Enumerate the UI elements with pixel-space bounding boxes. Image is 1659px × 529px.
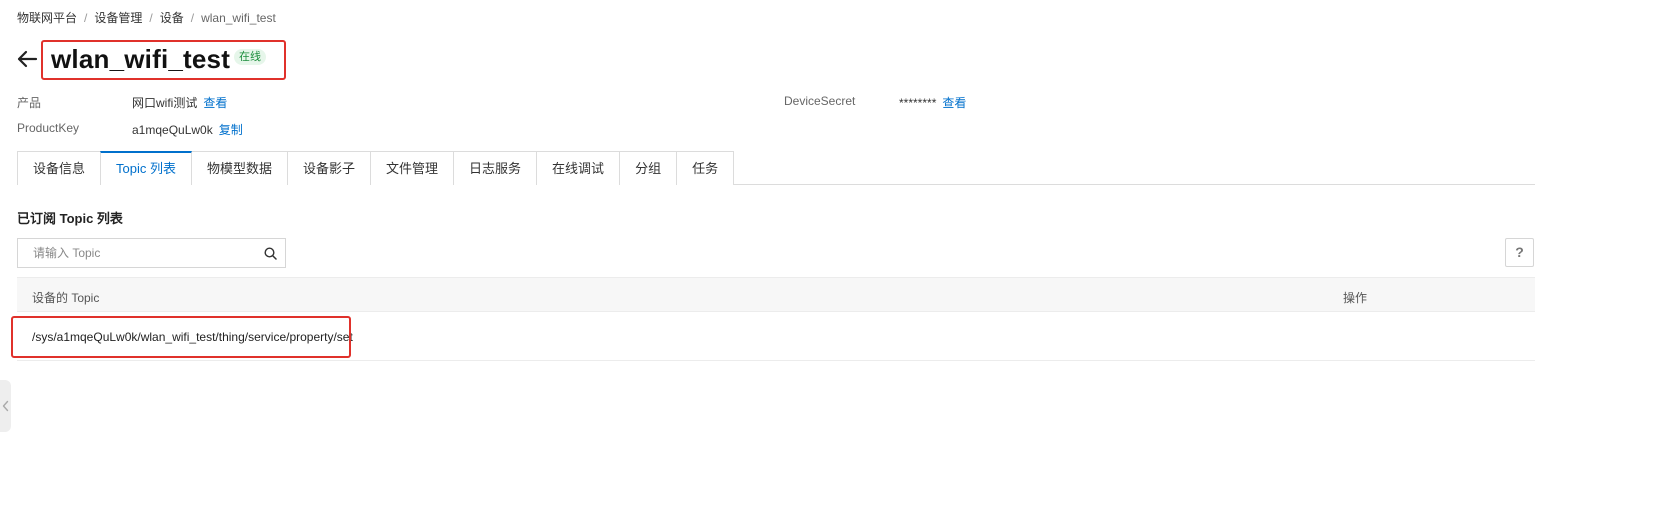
tab-device-info[interactable]: 设备信息: [17, 151, 102, 185]
page: 物联网平台 / 设备管理 / 设备 / wlan_wifi_test wlan_…: [0, 0, 1659, 529]
page-title: wlan_wifi_test: [51, 44, 231, 74]
tab-topic-list[interactable]: Topic 列表: [100, 151, 192, 186]
column-header-topic: 设备的 Topic: [32, 291, 100, 305]
section-title: 已订阅 Topic 列表: [17, 211, 123, 226]
breadcrumb-item-platform[interactable]: 物联网平台: [17, 9, 77, 26]
breadcrumb-item-device[interactable]: 设备: [160, 9, 184, 26]
topic-search-input[interactable]: [18, 239, 256, 267]
chevron-left-icon: [2, 400, 9, 412]
product-label: 产品: [17, 96, 42, 110]
productkey-value: a1mqeQuLw0k: [132, 123, 213, 137]
tab-group[interactable]: 分组: [619, 151, 678, 185]
breadcrumb-separator: /: [84, 10, 88, 25]
tab-file-management[interactable]: 文件管理: [370, 151, 455, 185]
product-value: 网口wifi测试: [132, 96, 198, 110]
breadcrumb-item-device-management[interactable]: 设备管理: [94, 9, 142, 26]
tab-online-debug[interactable]: 在线调试: [536, 151, 621, 185]
tab-log-service[interactable]: 日志服务: [453, 151, 538, 185]
sidebar-collapse-handle[interactable]: [0, 380, 11, 432]
tab-task[interactable]: 任务: [676, 151, 735, 185]
product-view-link[interactable]: 查看: [203, 96, 227, 110]
arrow-left-icon[interactable]: [15, 47, 39, 71]
help-button[interactable]: ?: [1505, 238, 1534, 267]
devicesecret-label: DeviceSecret: [784, 94, 856, 108]
table-header: 设备的 Topic 操作: [17, 277, 1535, 312]
tab-bar: 设备信息 Topic 列表 物模型数据 设备影子 文件管理 日志服务 在线调试 …: [17, 151, 1535, 186]
topic-highlight-box: [11, 316, 351, 358]
devicesecret-value: ********: [899, 96, 937, 110]
breadcrumb: 物联网平台 / 设备管理 / 设备 / wlan_wifi_test: [17, 9, 276, 26]
tab-thing-model-data[interactable]: 物模型数据: [190, 151, 288, 185]
status-badge: 在线: [234, 49, 266, 65]
breadcrumb-item-current: wlan_wifi_test: [201, 10, 276, 25]
tab-device-shadow[interactable]: 设备影子: [287, 151, 372, 185]
breadcrumb-separator: /: [149, 10, 153, 25]
search-icon[interactable]: [264, 247, 277, 260]
devicesecret-value-group: ******** 查看: [899, 94, 966, 111]
breadcrumb-separator: /: [190, 10, 195, 25]
productkey-value-group: a1mqeQuLw0k 复制: [132, 121, 243, 138]
column-header-actions: 操作: [1343, 291, 1368, 305]
productkey-label: ProductKey: [17, 121, 80, 135]
productkey-copy-link[interactable]: 复制: [219, 123, 243, 137]
devicesecret-view-link[interactable]: 查看: [942, 96, 966, 110]
topic-search-box: [17, 238, 286, 268]
product-value-group: 网口wifi测试 查看: [132, 94, 227, 111]
